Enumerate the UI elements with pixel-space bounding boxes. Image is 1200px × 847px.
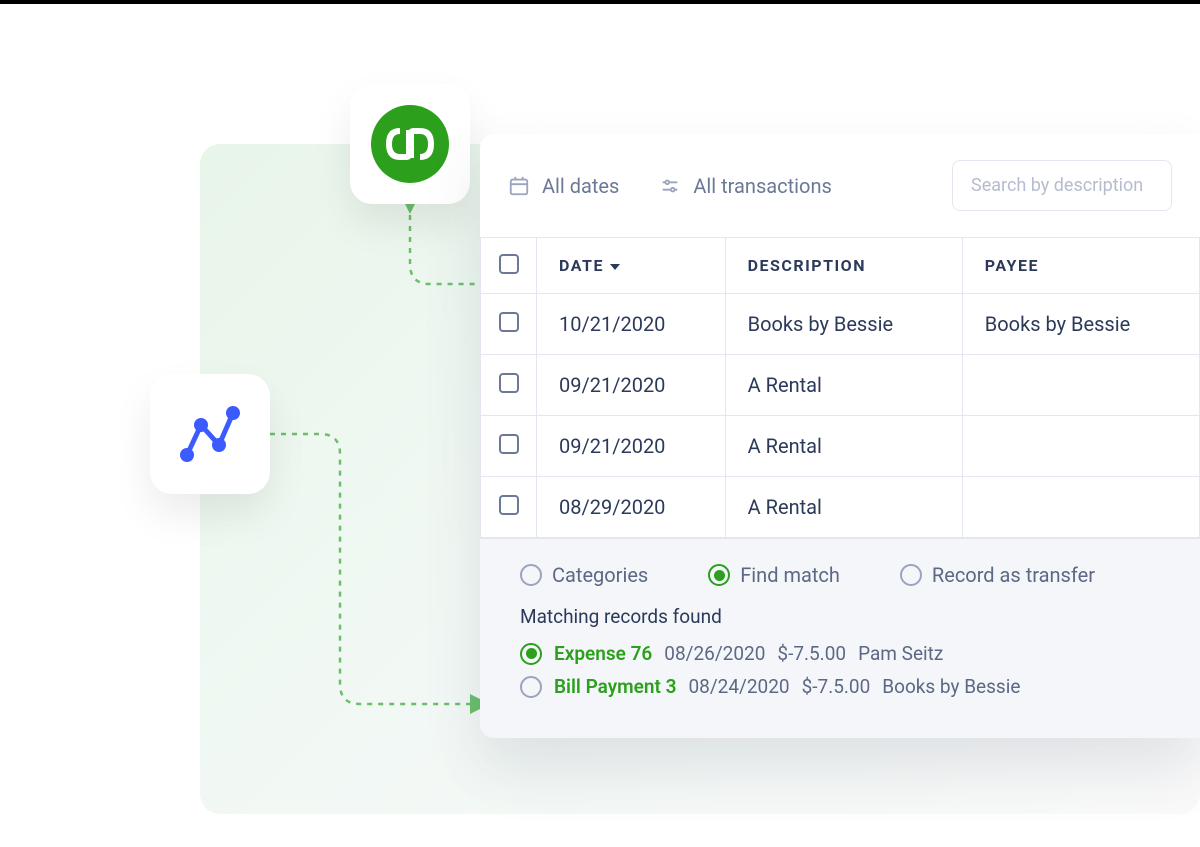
radio-record-transfer[interactable]: Record as transfer <box>900 563 1095 587</box>
match-party: Pam Seitz <box>858 642 943 665</box>
cell-description: A Rental <box>725 416 962 477</box>
match-record[interactable]: Expense 76 08/26/2020 $-7.5.00 Pam Seitz <box>520 642 1160 665</box>
cell-payee <box>962 355 1199 416</box>
matching-heading: Matching records found <box>520 605 1160 628</box>
transactions-panel: All dates All transactions Search by des… <box>480 134 1200 738</box>
radio-icon <box>520 676 542 698</box>
match-date: 08/24/2020 <box>688 675 789 698</box>
checkbox-icon[interactable] <box>499 495 519 515</box>
cell-description: A Rental <box>725 355 962 416</box>
radio-icon <box>900 564 922 586</box>
cell-description: Books by Bessie <box>725 294 962 355</box>
radio-icon <box>520 564 542 586</box>
cell-date: 10/21/2020 <box>537 294 726 355</box>
table-row[interactable]: 08/29/2020 A Rental <box>481 477 1200 538</box>
radio-find-match[interactable]: Find match <box>708 563 840 587</box>
match-mode-radios: Categories Find match Record as transfer <box>520 563 1160 587</box>
date-filter-label: All dates <box>542 174 619 198</box>
transactions-filter-label: All transactions <box>693 174 831 198</box>
calendar-icon <box>508 175 530 197</box>
column-date[interactable]: DATE <box>537 238 726 294</box>
sliders-icon <box>659 175 681 197</box>
checkbox-icon[interactable] <box>499 373 519 393</box>
quickbooks-icon <box>371 105 449 183</box>
match-date: 08/26/2020 <box>664 642 765 665</box>
cell-date: 09/21/2020 <box>537 416 726 477</box>
table-row[interactable]: 09/21/2020 A Rental <box>481 416 1200 477</box>
column-description[interactable]: DESCRIPTION <box>725 238 962 294</box>
checkbox-icon[interactable] <box>499 434 519 454</box>
search-input[interactable]: Search by description <box>952 160 1172 211</box>
quickbooks-logo-card <box>350 84 470 204</box>
match-record[interactable]: Bill Payment 3 08/24/2020 $-7.5.00 Books… <box>520 675 1160 698</box>
date-filter[interactable]: All dates <box>508 174 619 198</box>
nodes-icon <box>175 399 245 469</box>
match-amount: $-7.5.00 <box>802 675 871 698</box>
match-type: Expense 76 <box>554 642 652 665</box>
table-row[interactable]: 09/21/2020 A Rental <box>481 355 1200 416</box>
cell-date: 09/21/2020 <box>537 355 726 416</box>
table-row[interactable]: 10/21/2020 Books by Bessie Books by Bess… <box>481 294 1200 355</box>
radio-icon <box>708 564 730 586</box>
match-amount: $-7.5.00 <box>777 642 846 665</box>
transactions-filter[interactable]: All transactions <box>659 174 831 198</box>
radio-categories[interactable]: Categories <box>520 563 648 587</box>
radio-icon <box>520 643 542 665</box>
column-payee[interactable]: PAYEE <box>962 238 1199 294</box>
cell-payee: Books by Bessie <box>962 294 1199 355</box>
transactions-table: DATE DESCRIPTION PAYEE 10/21/2020 Books … <box>480 237 1200 538</box>
checkbox-icon[interactable] <box>499 312 519 332</box>
cell-description: A Rental <box>725 477 962 538</box>
select-all-header[interactable] <box>481 238 537 294</box>
match-panel: Categories Find match Record as transfer… <box>480 538 1200 738</box>
cell-payee <box>962 477 1199 538</box>
integration-logo-card <box>150 374 270 494</box>
toolbar: All dates All transactions Search by des… <box>480 134 1200 237</box>
match-type: Bill Payment 3 <box>554 675 676 698</box>
checkbox-icon <box>499 254 519 274</box>
cell-payee <box>962 416 1199 477</box>
sort-desc-icon <box>610 264 620 270</box>
cell-date: 08/29/2020 <box>537 477 726 538</box>
match-party: Books by Bessie <box>882 675 1020 698</box>
